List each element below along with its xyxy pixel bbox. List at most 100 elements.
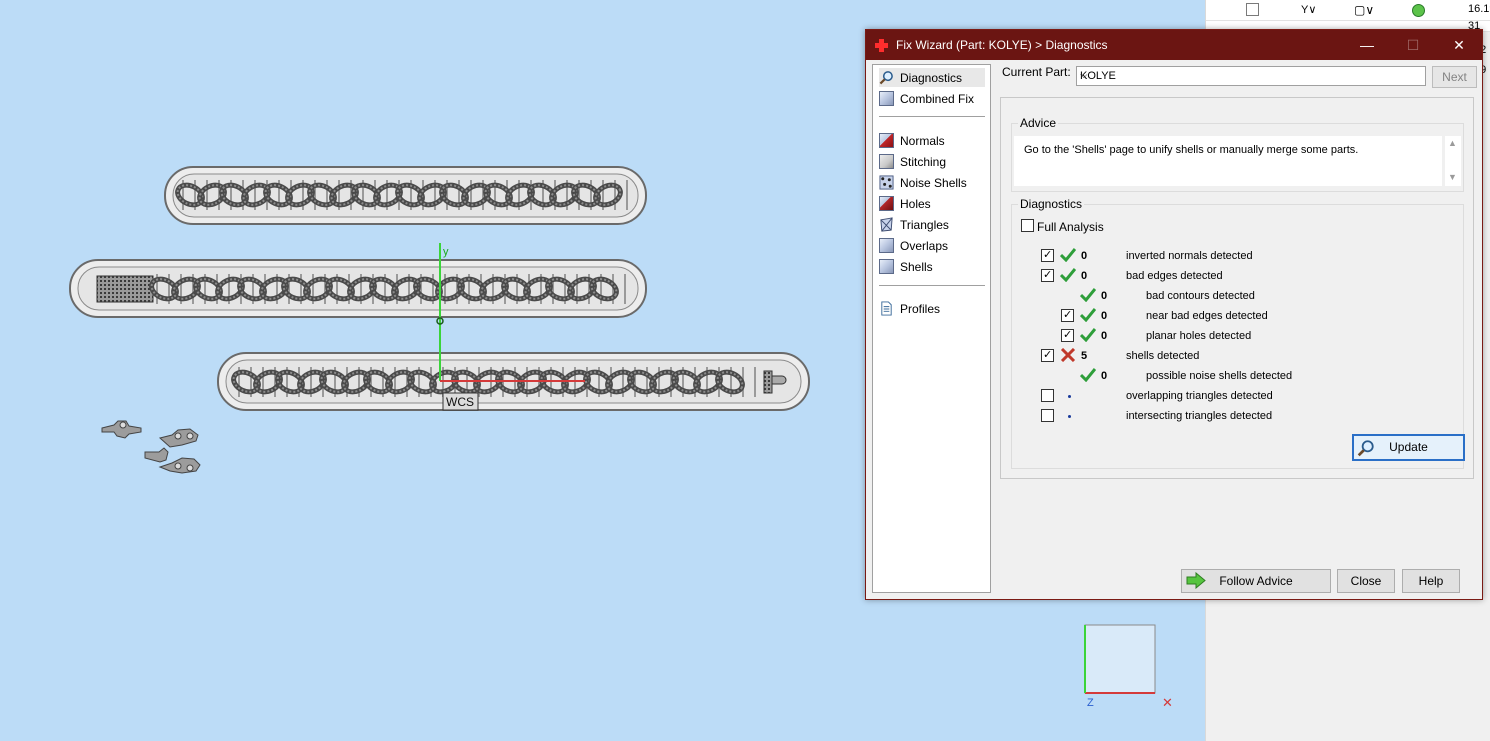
wcs-label: WCS xyxy=(446,395,474,409)
normals-cube-icon xyxy=(879,133,894,148)
check-icon xyxy=(1060,268,1076,282)
chevron-down-icon: ⌵ xyxy=(1080,70,1088,81)
nav-item-noise-shells[interactable]: Noise Shells xyxy=(879,173,985,192)
near-bad-edges-label: near bad edges detected xyxy=(1146,310,1268,322)
overlapping-triangles-checkbox[interactable] xyxy=(1041,389,1054,402)
nav-item-holes[interactable]: Holes xyxy=(879,194,985,213)
cube-icon[interactable]: ▢∨ xyxy=(1354,3,1374,17)
fix-wizard-dialog: Fix Wizard (Part: KOLYE) > Diagnostics —… xyxy=(865,29,1483,600)
close-window-button[interactable]: ✕ xyxy=(1436,30,1482,60)
noise-shells-count: 0 xyxy=(1101,370,1108,382)
inverted-normals-count: 0 xyxy=(1081,250,1088,262)
follow-advice-label: Follow Advice xyxy=(1219,574,1293,588)
property-row[interactable]: Y∨ ▢∨ 16.19 xyxy=(1206,0,1490,21)
near-bad-edges-count: 0 xyxy=(1101,310,1108,322)
overlapping-triangles-label: overlapping triangles detected xyxy=(1126,390,1273,402)
full-analysis-checkbox[interactable] xyxy=(1021,219,1034,232)
pending-dot-icon xyxy=(1068,415,1071,418)
diagnostics-group: Diagnostics Full Analysis 0 inverted nor… xyxy=(1011,197,1465,469)
bad-edges-checkbox[interactable] xyxy=(1041,268,1054,282)
magnifier-icon xyxy=(879,71,893,85)
dialog-title: Fix Wizard (Part: KOLYE) > Diagnostics xyxy=(896,38,1108,52)
nav-item-overlaps[interactable]: Overlaps xyxy=(879,236,985,255)
arrow-right-icon xyxy=(1186,572,1206,589)
row-checkbox[interactable] xyxy=(1246,3,1259,16)
advice-scrollbar[interactable]: ▲ ▼ xyxy=(1445,136,1461,186)
shells-checkbox[interactable] xyxy=(1041,348,1054,362)
advice-group: Advice Go to the 'Shells' page to unify … xyxy=(1011,116,1464,192)
scroll-up-icon[interactable]: ▲ xyxy=(1448,138,1457,148)
update-button[interactable]: Update xyxy=(1352,434,1465,461)
check-icon xyxy=(1080,308,1096,322)
nav-item-profiles[interactable]: Profiles xyxy=(879,299,985,318)
near-bad-edges-checkbox[interactable] xyxy=(1061,308,1074,322)
bad-edges-count: 0 xyxy=(1081,270,1088,282)
z-axis-label: Z xyxy=(1087,697,1094,709)
advice-title: Advice xyxy=(1018,116,1059,130)
minimize-button[interactable]: — xyxy=(1344,30,1390,60)
planar-holes-checkbox[interactable] xyxy=(1061,328,1074,342)
current-part-select[interactable]: KOLYE ⌵ xyxy=(1076,66,1426,86)
error-x-icon xyxy=(1060,348,1076,362)
bad-contours-label: bad contours detected xyxy=(1146,290,1255,302)
triangles-icon xyxy=(880,217,893,232)
bad-contours-count: 0 xyxy=(1101,290,1108,302)
check-icon xyxy=(1080,368,1096,382)
advice-text-box[interactable]: Go to the 'Shells' page to unify shells … xyxy=(1014,136,1442,186)
check-icon xyxy=(1080,288,1096,302)
shells-icon xyxy=(879,259,894,274)
cube-icon xyxy=(879,91,894,106)
current-part-label: Current Part: xyxy=(1002,65,1071,79)
diagnostics-title: Diagnostics xyxy=(1018,197,1085,211)
chain-part-2[interactable] xyxy=(69,259,647,318)
nav-item-shells[interactable]: Shells xyxy=(879,257,985,276)
inverted-normals-label: inverted normals detected xyxy=(1126,250,1253,262)
diagnostics-page: Advice Go to the 'Shells' page to unify … xyxy=(1000,97,1474,479)
noise-shells-label: possible noise shells detected xyxy=(1146,370,1293,382)
clasp-parts[interactable] xyxy=(101,420,201,474)
chain-part-1[interactable] xyxy=(164,166,647,225)
follow-advice-button[interactable]: Follow Advice xyxy=(1181,569,1331,593)
row-value: 16.19 xyxy=(1468,3,1490,15)
fix-wizard-icon xyxy=(875,39,888,52)
next-button[interactable]: Next xyxy=(1432,66,1477,88)
planar-holes-label: planar holes detected xyxy=(1146,330,1252,342)
document-icon xyxy=(881,301,892,316)
bad-edges-label: bad edges detected xyxy=(1126,270,1223,282)
nav-item-combined-fix[interactable]: Combined Fix xyxy=(879,89,985,108)
noise-shells-icon xyxy=(879,175,894,190)
nav-divider xyxy=(879,116,985,117)
y-axis-label: y xyxy=(443,246,449,258)
magnifier-icon xyxy=(1357,440,1374,457)
shells-count: 5 xyxy=(1081,350,1088,362)
overlaps-icon xyxy=(879,238,894,253)
view-cube[interactable]: Z ✕ xyxy=(1084,624,1173,710)
intersecting-triangles-label: intersecting triangles detected xyxy=(1126,410,1273,422)
help-button[interactable]: Help xyxy=(1402,569,1460,593)
inverted-normals-checkbox[interactable] xyxy=(1041,248,1054,262)
nav-item-triangles[interactable]: Triangles xyxy=(879,215,985,234)
planar-holes-count: 0 xyxy=(1101,330,1108,342)
pending-dot-icon xyxy=(1068,395,1071,398)
scroll-down-icon[interactable]: ▼ xyxy=(1448,172,1457,182)
wizard-nav: Diagnostics Combined Fix Normals Stitchi… xyxy=(872,64,991,593)
update-label: Update xyxy=(1389,440,1428,454)
stitching-icon xyxy=(879,154,894,169)
intersecting-triangles-checkbox[interactable] xyxy=(1041,409,1054,422)
full-analysis-label: Full Analysis xyxy=(1037,220,1104,234)
status-dot xyxy=(1412,4,1425,17)
axis-selector[interactable]: Y∨ xyxy=(1301,3,1316,16)
nav-item-diagnostics[interactable]: Diagnostics xyxy=(879,68,985,87)
check-icon xyxy=(1060,248,1076,262)
check-icon xyxy=(1080,328,1096,342)
advice-text: Go to the 'Shells' page to unify shells … xyxy=(1024,144,1359,156)
close-button[interactable]: Close xyxy=(1337,569,1395,593)
nav-item-normals[interactable]: Normals xyxy=(879,131,985,150)
nav-item-stitching[interactable]: Stitching xyxy=(879,152,985,171)
nav-divider xyxy=(879,285,985,286)
x-axis-marker: ✕ xyxy=(1162,695,1173,710)
maximize-button[interactable]: ☐ xyxy=(1390,30,1436,60)
holes-icon xyxy=(879,196,894,211)
shells-label: shells detected xyxy=(1126,350,1200,362)
title-bar[interactable]: Fix Wizard (Part: KOLYE) > Diagnostics —… xyxy=(866,30,1482,60)
